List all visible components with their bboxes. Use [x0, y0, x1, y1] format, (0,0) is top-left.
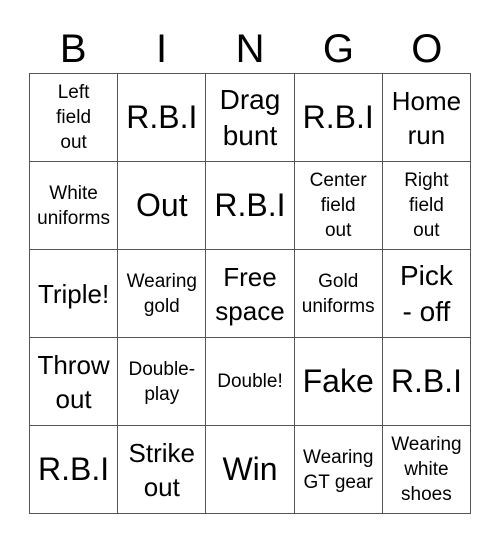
bingo-cell-g3[interactable]: Gold uniforms [294, 250, 383, 338]
bingo-cell-b2[interactable]: White uniforms [30, 162, 119, 250]
bingo-cell-b1[interactable]: Left field out [30, 74, 119, 162]
cell-label: Fake [302, 363, 374, 399]
bingo-cell-n1[interactable]: Drag bunt [206, 74, 295, 162]
bingo-cell-i1[interactable]: R.B.I [118, 74, 207, 162]
cell-label: R.B.I [302, 99, 374, 135]
cell-label: White uniforms [37, 182, 111, 229]
header-letter-i: I [156, 27, 168, 71]
cell-label: Drag bunt [219, 83, 281, 151]
cell-label: Throw out [37, 349, 110, 414]
bingo-cell-n2[interactable]: R.B.I [206, 162, 295, 250]
cell-label: Double-play [128, 358, 196, 405]
bingo-cell-i2[interactable]: Out [118, 162, 207, 250]
cell-label: R.B.I [38, 451, 110, 487]
cell-label: Free space [215, 261, 285, 326]
cell-label: Right field out [404, 170, 449, 241]
cell-label: Wearing GT gear [302, 446, 374, 493]
bingo-cell-b3[interactable]: Triple! [30, 250, 119, 338]
cell-label: Double! [217, 371, 283, 392]
cell-label: Center field out [309, 170, 367, 241]
bingo-cell-g4[interactable]: Fake [294, 338, 383, 426]
bingo-cell-g2[interactable]: Center field out [294, 162, 383, 250]
cell-label: Wearing gold [126, 270, 197, 317]
bingo-cell-o2[interactable]: Right field out [382, 162, 471, 250]
bingo-cell-o3[interactable]: Pick - off [382, 250, 471, 338]
cell-label: R.B.I [214, 187, 286, 223]
header-letter-n: N [235, 27, 265, 71]
header-letter-g: G [322, 27, 354, 71]
bingo-header: B I N G O [29, 24, 471, 74]
cell-label: Out [136, 187, 188, 223]
cell-label: Gold uniforms [301, 270, 375, 317]
cell-label: R.B.I [390, 363, 462, 399]
bingo-cell-n5[interactable]: Win [206, 426, 295, 514]
header-letter-b: B [59, 27, 87, 71]
cell-label: Pick - off [399, 259, 453, 327]
bingo-cell-o1[interactable]: Home run [382, 74, 471, 162]
bingo-cell-o4[interactable]: R.B.I [382, 338, 471, 426]
bingo-cell-n4[interactable]: Double! [206, 338, 295, 426]
bingo-grid: Left field out R.B.I Drag bunt R.B.I Home run Whi… [29, 73, 471, 514]
bingo-cell-i4[interactable]: Double-play [118, 338, 207, 426]
bingo-cell-b4[interactable]: Throw out [30, 338, 119, 426]
header-letter-o: O [411, 27, 443, 71]
bingo-cell-b5[interactable]: R.B.I [30, 426, 119, 514]
cell-label: Home run [391, 85, 462, 150]
bingo-cell-o5[interactable]: Wearing white shoes [382, 426, 471, 514]
bingo-cell-n3[interactable]: Free space [206, 250, 295, 338]
cell-label: Triple! [37, 278, 110, 309]
cell-label: Win [222, 451, 278, 487]
bingo-cell-i5[interactable]: Strike out [118, 426, 207, 514]
cell-label: Left field out [56, 82, 92, 153]
bingo-cell-i3[interactable]: Wearing gold [118, 250, 207, 338]
cell-label: Wearing white shoes [391, 434, 462, 505]
cell-label: Strike out [128, 437, 196, 502]
bingo-cell-g1[interactable]: R.B.I [294, 74, 383, 162]
cell-label: R.B.I [126, 99, 198, 135]
bingo-cell-g5[interactable]: Wearing GT gear [294, 426, 383, 514]
